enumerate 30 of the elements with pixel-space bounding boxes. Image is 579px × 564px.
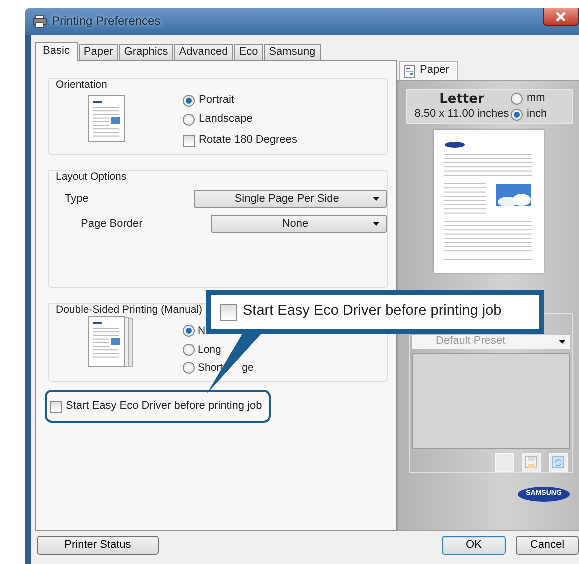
dropdown[interactable]: Single Page Per Side [194, 190, 387, 208]
paper-size: 8.50 x 11.00 inches [414, 108, 510, 121]
paper-name: Letter [440, 92, 484, 108]
side-tab[interactable]: Paper [399, 61, 458, 80]
radio-label[interactable]: N [198, 325, 206, 338]
radio-label[interactable]: Long [198, 344, 222, 356]
tab[interactable]: Paper [78, 44, 118, 60]
radio-label[interactable]: Portrait [199, 94, 234, 108]
button[interactable]: Cancel [516, 536, 579, 555]
button[interactable]: Printer Status [37, 536, 159, 555]
radio-label[interactable]: ge [242, 362, 254, 375]
group-title: Layout Options [54, 171, 129, 184]
tab[interactable]: Basic [35, 42, 78, 61]
checkbox-label[interactable]: Start Easy Eco Driver before printing job [66, 400, 262, 414]
group-title: Double-Sided Printing (Manual) [54, 304, 204, 317]
tab[interactable]: Advanced [174, 44, 234, 60]
tab[interactable]: Samsung [264, 44, 321, 60]
tab[interactable]: Eco [234, 44, 264, 60]
dropdown[interactable]: None [211, 215, 387, 234]
radio-label[interactable]: mm [527, 92, 546, 106]
tab[interactable]: Graphics [119, 44, 174, 60]
checkbox-label[interactable]: Rotate 180 Degrees [199, 134, 298, 148]
window-title: Printing Preferences [52, 14, 161, 29]
field-label: Type [65, 192, 90, 206]
radio-label[interactable]: Short [198, 362, 224, 375]
button[interactable]: OK [442, 536, 506, 555]
radio-label[interactable]: Landscape [199, 113, 253, 126]
radio-label[interactable]: inch [527, 108, 548, 122]
field-label: Page Border [81, 218, 144, 231]
checkbox-label: Start Easy Eco Driver before printing job [243, 303, 502, 321]
